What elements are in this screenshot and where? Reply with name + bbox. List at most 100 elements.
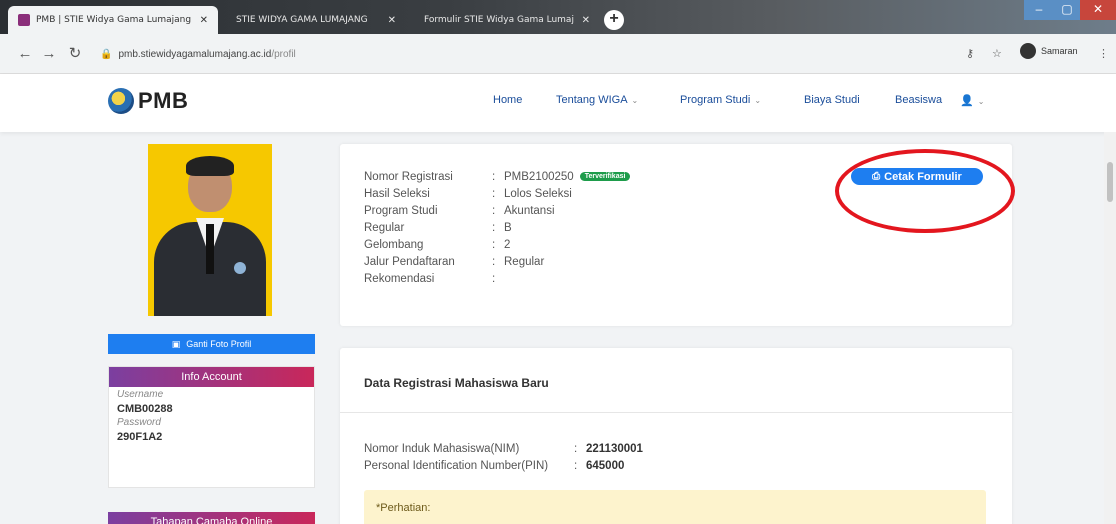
minimize-button[interactable]: – bbox=[1024, 0, 1054, 20]
photo-badge bbox=[234, 262, 246, 274]
verified-badge: Terverifikasi bbox=[579, 172, 631, 181]
tab-title: Formulir STIE Widya Gama Lumajang bbox=[424, 15, 574, 25]
reg-label: Rekomendasi bbox=[364, 272, 435, 285]
reg-sep: : bbox=[492, 170, 496, 183]
annotation-circle bbox=[835, 149, 1015, 233]
photo-tie bbox=[206, 224, 214, 274]
pin-row: Personal Identification Number(PIN) : 64… bbox=[364, 457, 643, 474]
chevron-down-icon: ⌄ bbox=[631, 96, 639, 105]
reg-sep: : bbox=[492, 272, 496, 285]
reg-label: Program Studi bbox=[364, 204, 438, 217]
browser-profile-button[interactable]: Samaran bbox=[1020, 43, 1078, 59]
close-icon[interactable]: ✕ bbox=[388, 15, 396, 26]
student-id-details: Nomor Induk Mahasiswa(NIM) : 221130001 P… bbox=[364, 440, 643, 474]
profile-photo bbox=[148, 144, 272, 316]
star-icon[interactable]: ☆ bbox=[992, 42, 1002, 66]
address-host: pmb.stiewidyagamalumajang.ac.id bbox=[118, 48, 272, 60]
tab-title: PMB | STIE Widya Gama Lumajang bbox=[36, 15, 192, 25]
reg-label: Hasil Seleksi bbox=[364, 187, 430, 200]
address-bar[interactable]: 🔒 pmb.stiewidyagamalumajang.ac.id/profil bbox=[100, 42, 330, 66]
reg-row-regular: Regular : B bbox=[364, 219, 630, 236]
lock-icon: 🔒 bbox=[100, 48, 113, 60]
reg-sep: : bbox=[492, 221, 496, 234]
reg-row-gelombang: Gelombang : 2 bbox=[364, 236, 630, 253]
incognito-avatar-icon bbox=[1020, 43, 1036, 59]
pin-sep: : bbox=[574, 459, 578, 472]
reg-value: Akuntansi bbox=[504, 204, 555, 217]
notice-alert: *Perhatian: bbox=[364, 490, 986, 524]
username-value: CMB00288 bbox=[117, 403, 173, 415]
reg-value: Lolos Seleksi bbox=[504, 187, 572, 200]
user-menu[interactable]: 👤 ⌄ bbox=[960, 94, 984, 107]
notice-title: *Perhatian: bbox=[376, 502, 431, 514]
reg-value: 2 bbox=[504, 238, 511, 251]
student-data-title: Data Registrasi Mahasiswa Baru bbox=[364, 376, 549, 390]
site-favicon-icon bbox=[18, 14, 30, 26]
forward-arrow-icon[interactable]: → bbox=[40, 44, 58, 64]
info-account-card: Info Account Username CMB00288 Password … bbox=[108, 366, 315, 488]
reg-sep: : bbox=[492, 204, 496, 217]
pin-value: 645000 bbox=[586, 459, 625, 472]
student-data-card: Data Registrasi Mahasiswa Baru Nomor Ind… bbox=[340, 348, 1012, 524]
address-path: /profil bbox=[271, 48, 296, 60]
nav-beasiswa[interactable]: Beasiswa bbox=[895, 94, 942, 106]
username-label: Username bbox=[117, 389, 164, 400]
reg-value: PMB2100250 bbox=[504, 170, 574, 183]
profile-name: Samaran bbox=[1041, 46, 1078, 56]
maximize-button[interactable]: ▢ bbox=[1054, 0, 1080, 20]
reg-label: Gelombang bbox=[364, 238, 424, 251]
nim-label: Nomor Induk Mahasiswa(NIM) bbox=[364, 442, 520, 455]
nim-sep: : bbox=[574, 442, 578, 455]
browser-tab-bar: PMB | STIE Widya Gama Lumajang ✕ STIE WI… bbox=[0, 0, 1116, 34]
reg-value: Regular bbox=[504, 255, 545, 268]
scrollbar-thumb[interactable] bbox=[1107, 162, 1113, 202]
change-photo-button[interactable]: ▣ Ganti Foto Profil bbox=[108, 334, 315, 354]
reg-label: Nomor Registrasi bbox=[364, 170, 453, 183]
site-header: PMB Home Tentang WIGA ⌄ Program Studi ⌄ Bi… bbox=[0, 74, 1116, 132]
nav-biaya-studi[interactable]: Biaya Studi bbox=[804, 94, 860, 106]
new-tab-button[interactable]: + bbox=[604, 10, 624, 30]
nim-row: Nomor Induk Mahasiswa(NIM) : 221130001 bbox=[364, 440, 643, 457]
registration-details: Nomor Registrasi : PMB2100250 Terverifik… bbox=[364, 168, 631, 287]
pin-label: Personal Identification Number(PIN) bbox=[364, 459, 549, 472]
image-icon: ▣ bbox=[171, 338, 181, 349]
nav-program-studi[interactable]: Program Studi ⌄ bbox=[680, 94, 761, 106]
browser-tab-formulir[interactable]: Formulir STIE Widya Gama Lumajang ✕ bbox=[414, 6, 600, 34]
close-icon[interactable]: ✕ bbox=[200, 15, 208, 26]
user-icon: 👤 bbox=[960, 95, 974, 107]
menu-kebab-icon[interactable]: ⋮ bbox=[1098, 42, 1109, 66]
close-window-button[interactable]: ✕ bbox=[1080, 0, 1116, 20]
nim-value: 221130001 bbox=[586, 442, 643, 455]
reg-row-hasil-seleksi: Hasil Seleksi : Lolos Seleksi bbox=[364, 185, 630, 202]
reg-row-program-studi: Program Studi : Akuntansi bbox=[364, 202, 630, 219]
reg-row-rekomendasi: Rekomendasi : bbox=[364, 270, 630, 287]
reg-row-nomor-registrasi: Nomor Registrasi : PMB2100250 Terverifik… bbox=[364, 168, 631, 185]
change-photo-label: Ganti Foto Profil bbox=[186, 339, 252, 349]
password-label: Password bbox=[117, 417, 161, 428]
info-account-title: Info Account bbox=[109, 367, 314, 387]
reg-row-jalur-pendaftaran: Jalur Pendaftaran : Regular bbox=[364, 253, 630, 270]
back-arrow-icon[interactable]: ← bbox=[16, 44, 34, 64]
browser-tab-stie[interactable]: STIE WIDYA GAMA LUMAJANG ✕ bbox=[226, 6, 406, 34]
main-nav: Home Tentang WIGA ⌄ Program Studi ⌄ Biaya … bbox=[0, 94, 1116, 114]
photo-hair bbox=[186, 156, 234, 176]
tahapan-camaba-header: Tahapan Camaba Online bbox=[108, 512, 315, 524]
close-icon[interactable]: ✕ bbox=[582, 15, 590, 26]
reg-label: Regular bbox=[364, 221, 405, 234]
tab-title: STIE WIDYA GAMA LUMAJANG bbox=[236, 15, 368, 25]
reload-icon[interactable]: ↻ bbox=[66, 44, 84, 64]
reg-value: B bbox=[504, 221, 512, 234]
browser-tab-pmb[interactable]: PMB | STIE Widya Gama Lumajang ✕ bbox=[8, 6, 218, 34]
reg-label: Jalur Pendaftaran bbox=[364, 255, 455, 268]
nav-home[interactable]: Home bbox=[493, 94, 522, 106]
chevron-down-icon: ⌄ bbox=[754, 96, 762, 105]
reg-sep: : bbox=[492, 238, 496, 251]
reg-sep: : bbox=[492, 187, 496, 200]
chevron-down-icon: ⌄ bbox=[977, 97, 985, 106]
reg-sep: : bbox=[492, 255, 496, 268]
password-value: 290F1A2 bbox=[117, 431, 163, 443]
key-icon[interactable]: ⚷ bbox=[966, 42, 974, 66]
divider bbox=[340, 412, 1012, 413]
nav-tentang-wiga[interactable]: Tentang WIGA ⌄ bbox=[556, 94, 638, 106]
page-scrollbar[interactable] bbox=[1104, 132, 1116, 524]
